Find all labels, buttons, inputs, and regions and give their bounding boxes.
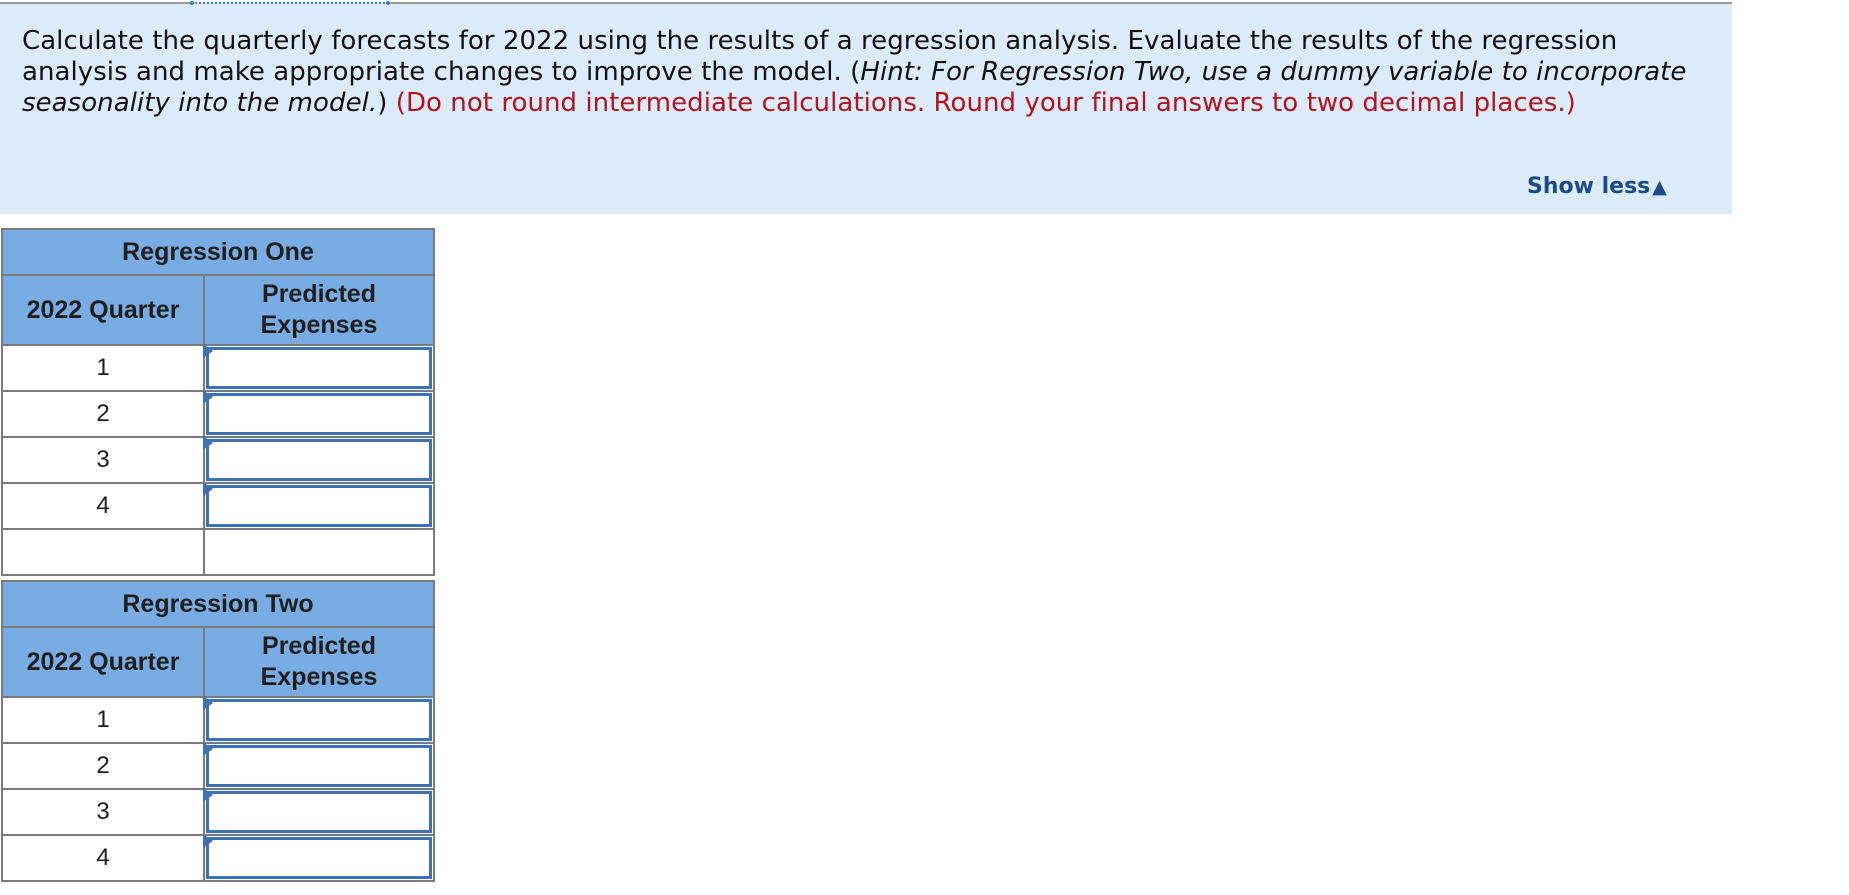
reg2-q3-predicted-expenses-input[interactable] <box>209 794 429 830</box>
answer-flag-icon <box>203 834 213 848</box>
table-row: 1 <box>1 696 435 744</box>
answer-flag-icon <box>203 788 213 802</box>
predicted-expenses-input-box[interactable] <box>206 699 432 741</box>
quarter-cell: 2 <box>1 390 205 438</box>
reg1-q3-predicted-expenses-input[interactable] <box>209 442 429 478</box>
answer-flag-icon <box>203 482 213 496</box>
table-row: 3 <box>1 436 435 484</box>
answer-flag-icon <box>203 742 213 756</box>
answer-flag-icon <box>203 344 213 358</box>
predicted-expenses-input-box[interactable] <box>206 393 432 435</box>
quarter-cell: 4 <box>1 482 205 530</box>
rounding-note: (Do not round intermediate calculations.… <box>395 88 1576 118</box>
prompt-close-paren: ) <box>377 88 388 118</box>
predicted-expenses-input-box[interactable] <box>206 485 432 527</box>
predicted-expenses-cell <box>203 696 435 744</box>
table-row: 2 <box>1 742 435 790</box>
column-header-predicted-expenses: Predicted Expenses <box>203 274 435 346</box>
quarter-cell: 3 <box>1 788 205 836</box>
predicted-expenses-input-box[interactable] <box>206 347 432 389</box>
empty-cell <box>203 528 435 576</box>
reg1-q1-predicted-expenses-input[interactable] <box>209 350 429 386</box>
show-less-label: Show less <box>1527 174 1651 199</box>
quarter-cell: 1 <box>1 344 205 392</box>
predicted-expenses-input-box[interactable] <box>206 791 432 833</box>
regression-two-table: Regression Two 2022 Quarter Predicted Ex… <box>1 580 435 882</box>
spacer-row <box>1 528 435 576</box>
column-header-quarter: 2022 Quarter <box>1 274 205 346</box>
regression-one-title: Regression One <box>1 228 435 276</box>
empty-cell <box>1 528 205 576</box>
regression-one-table: Regression One 2022 Quarter Predicted Ex… <box>1 228 435 576</box>
answer-flag-icon <box>203 696 213 710</box>
predicted-expenses-cell <box>203 788 435 836</box>
table-row: 4 <box>1 834 435 882</box>
reg2-q2-predicted-expenses-input[interactable] <box>209 748 429 784</box>
table-row: 4 <box>1 482 435 530</box>
predicted-expenses-input-box[interactable] <box>206 745 432 787</box>
active-tab-indicator <box>190 1 390 6</box>
column-header-predicted-expenses-label: Predicted Expenses <box>260 280 378 339</box>
show-less-button[interactable]: Show less ▲ <box>1527 174 1667 199</box>
column-header-quarter: 2022 Quarter <box>1 626 205 698</box>
predicted-expenses-cell <box>203 344 435 392</box>
answer-flag-icon <box>203 436 213 450</box>
column-header-predicted-expenses: Predicted Expenses <box>203 626 435 698</box>
table-row: 2 <box>1 390 435 438</box>
answer-flag-icon <box>203 390 213 404</box>
predicted-expenses-cell <box>203 390 435 438</box>
quarter-cell: 2 <box>1 742 205 790</box>
triangle-up-icon: ▲ <box>1652 176 1667 198</box>
table-row: 1 <box>1 344 435 392</box>
predicted-expenses-cell <box>203 482 435 530</box>
quarter-cell: 3 <box>1 436 205 484</box>
table-row: 3 <box>1 788 435 836</box>
predicted-expenses-input-box[interactable] <box>206 837 432 879</box>
reg2-q1-predicted-expenses-input[interactable] <box>209 702 429 738</box>
predicted-expenses-cell <box>203 436 435 484</box>
reg1-q2-predicted-expenses-input[interactable] <box>209 396 429 432</box>
quarter-cell: 4 <box>1 834 205 882</box>
quarter-cell: 1 <box>1 696 205 744</box>
question-prompt: Calculate the quarterly forecasts for 20… <box>22 26 1702 119</box>
reg2-q4-predicted-expenses-input[interactable] <box>209 840 429 876</box>
column-header-predicted-expenses-label: Predicted Expenses <box>260 632 378 691</box>
predicted-expenses-cell <box>203 834 435 882</box>
regression-two-title: Regression Two <box>1 580 435 628</box>
predicted-expenses-input-box[interactable] <box>206 439 432 481</box>
instructions-panel: Calculate the quarterly forecasts for 20… <box>0 1 1732 214</box>
predicted-expenses-cell <box>203 742 435 790</box>
reg1-q4-predicted-expenses-input[interactable] <box>209 488 429 524</box>
